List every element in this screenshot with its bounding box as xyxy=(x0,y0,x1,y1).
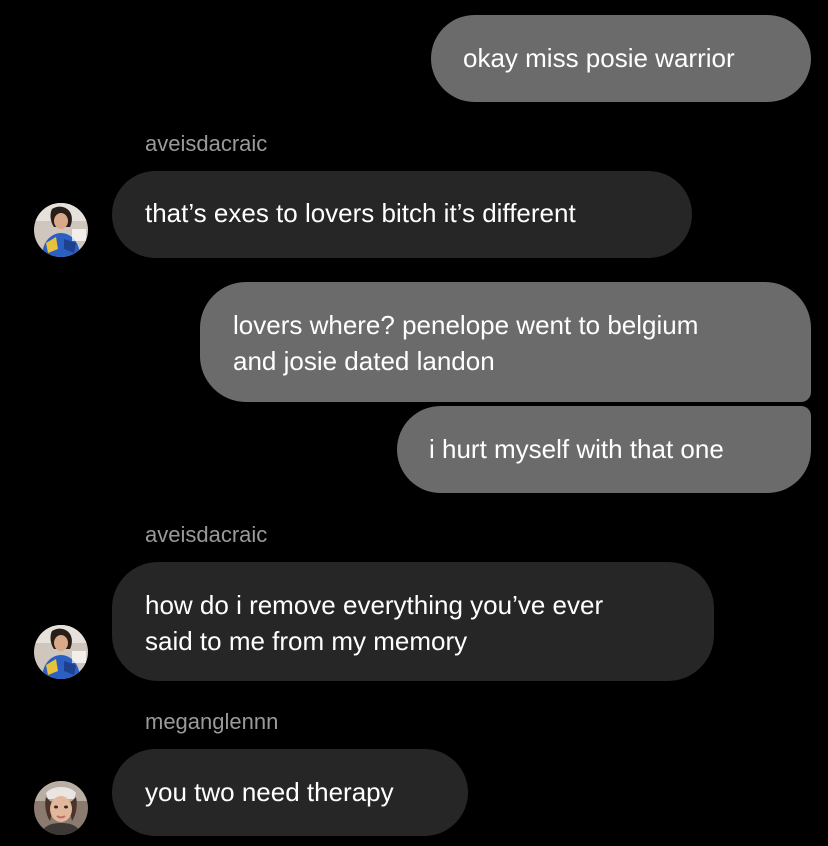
sender-name: aveisdacraic xyxy=(145,131,268,156)
avatar-meganglennn[interactable] xyxy=(34,781,88,835)
avatar-image xyxy=(34,203,88,257)
message-bubble-incoming[interactable]: you two need therapy xyxy=(112,749,468,836)
message-text-line: how do i remove everything you’ve ever xyxy=(145,590,604,620)
message-text: okay miss posie warrior xyxy=(463,43,735,73)
message-text: that’s exes to lovers bitch it’s differe… xyxy=(145,198,576,228)
avatar-image xyxy=(34,625,88,679)
message-bubble-outgoing[interactable]: lovers where? penelope went to belgium a… xyxy=(200,282,811,402)
message-text-line: said to me from my memory xyxy=(145,626,468,656)
sender-name: meganglennn xyxy=(145,709,279,734)
message-text-line: lovers where? penelope went to belgium xyxy=(233,310,699,340)
message-text: you two need therapy xyxy=(145,777,394,807)
avatar-aveisdacraic[interactable] xyxy=(34,203,88,257)
message-text: i hurt myself with that one xyxy=(429,434,724,464)
message-bubble-incoming[interactable]: that’s exes to lovers bitch it’s differe… xyxy=(112,171,692,258)
message-text-line: and josie dated landon xyxy=(233,346,495,376)
avatar-aveisdacraic[interactable] xyxy=(34,625,88,679)
avatar-image xyxy=(34,781,88,835)
message-bubble-outgoing[interactable]: okay miss posie warrior xyxy=(431,15,811,102)
sender-name: aveisdacraic xyxy=(145,522,268,547)
message-bubble-outgoing[interactable]: i hurt myself with that one xyxy=(397,406,811,493)
message-bubble-incoming[interactable]: how do i remove everything you’ve ever s… xyxy=(112,562,714,681)
